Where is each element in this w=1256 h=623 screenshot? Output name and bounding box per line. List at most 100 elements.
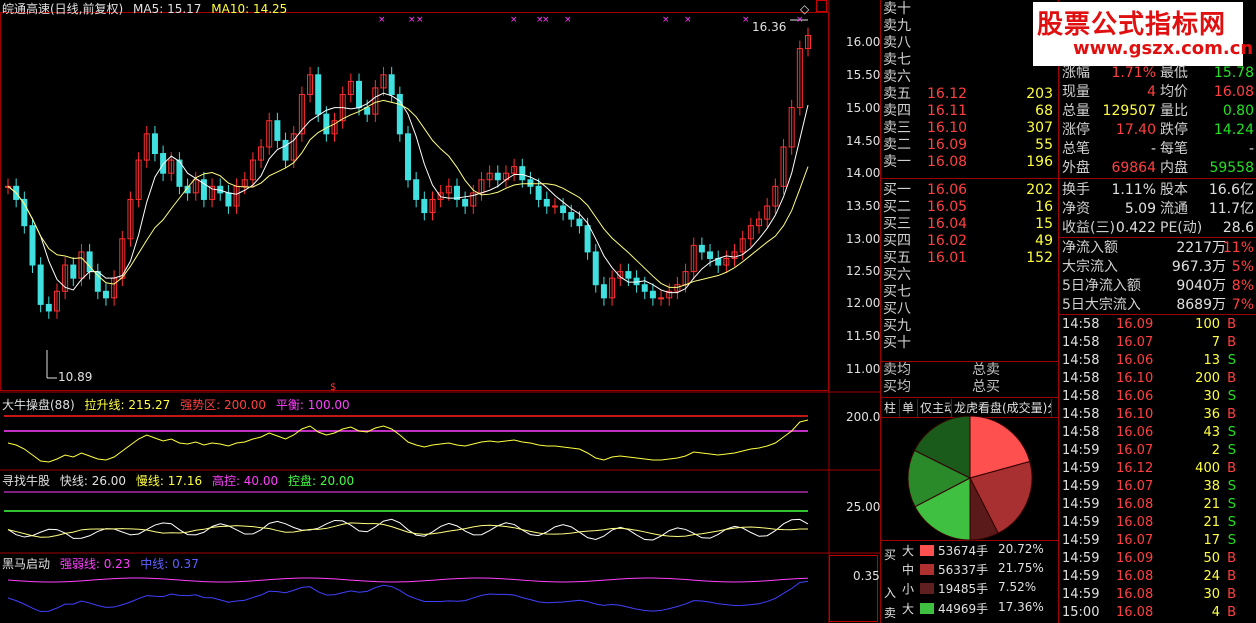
stat-value: 17.40 xyxy=(1115,122,1156,138)
candle-body xyxy=(37,264,44,305)
tick-row: 14:59 16.07 38 S xyxy=(1060,478,1256,496)
sell-level-price: 16.09 xyxy=(927,137,968,153)
tick-volume: 38 xyxy=(1203,479,1220,494)
candle-body xyxy=(421,198,428,214)
tick-time: 14:58 xyxy=(1062,425,1100,440)
price-axis-tick: 13.00 xyxy=(846,232,881,246)
tick-side: S xyxy=(1227,353,1236,368)
tick-time: 14:59 xyxy=(1062,497,1100,512)
tick-side: S xyxy=(1227,533,1236,548)
tick-row: 14:58 16.09 100 B xyxy=(1060,316,1256,334)
stat-label: PE(动) xyxy=(1160,220,1203,236)
order-hands: 53674手 xyxy=(938,544,989,558)
buy-level-row: 买十 xyxy=(881,335,1057,352)
tick-price: 16.07 xyxy=(1116,479,1154,494)
candle-body xyxy=(535,185,542,200)
candle-body xyxy=(94,271,101,292)
tick-side: S xyxy=(1227,479,1236,494)
tick-row: 14:58 16.07 7 B xyxy=(1060,334,1256,352)
tick-row: 14:58 16.06 43 S xyxy=(1060,424,1256,442)
stat-label: 最低 xyxy=(1160,65,1188,81)
sell-label: 卖 xyxy=(884,606,897,620)
stat-value: 28.6 xyxy=(1222,220,1254,236)
indicator2-line4: 控盘: 20.00 xyxy=(287,474,355,488)
tick-price: 16.09 xyxy=(1116,317,1154,332)
sell-level-label: 卖九 xyxy=(883,18,911,34)
tick-side: B xyxy=(1227,587,1236,602)
panel-tab[interactable]: 柱 xyxy=(881,399,900,417)
collapse-icon[interactable]: ◇ xyxy=(800,2,809,16)
flow-label: 净流入额 xyxy=(1062,240,1118,256)
buy-level-price: 16.06 xyxy=(927,182,968,198)
flow-value: 2217万 xyxy=(1176,240,1226,256)
total-sell-label: 总卖 xyxy=(972,362,1000,378)
tab-divider xyxy=(880,397,1058,398)
stat-label: 流通 xyxy=(1160,201,1188,217)
price-axis-tick: 14.50 xyxy=(846,134,881,148)
tick-side: B xyxy=(1227,317,1236,332)
price-axis-tick: 13.50 xyxy=(846,199,881,213)
total-buy-label: 总买 xyxy=(972,379,1000,395)
buy-level-price: 16.04 xyxy=(927,216,968,232)
indicator3-name: 黑马启动 xyxy=(2,557,51,571)
flow-row: 5日净流入额 9040万 8% xyxy=(1060,277,1256,296)
tick-time: 14:58 xyxy=(1062,389,1100,404)
tick-row: 14:59 16.12 400 B xyxy=(1060,460,1256,478)
flow-percent: 11% xyxy=(1222,240,1254,256)
kline-chart-svg[interactable]: × × × × ×× × × × × ×$ xyxy=(0,0,880,623)
indicator3-axis-label: 0.35 xyxy=(853,569,880,583)
tick-price: 16.08 xyxy=(1116,515,1154,530)
tick-row: 14:59 16.09 50 B xyxy=(1060,550,1256,568)
signal-marker: × xyxy=(408,15,416,25)
tick-time: 14:58 xyxy=(1062,407,1100,422)
main-panel-frame xyxy=(0,12,829,391)
window-icon[interactable] xyxy=(816,0,827,12)
sell-level-label: 卖一 xyxy=(883,154,911,170)
order-percent: 17.36% xyxy=(998,600,1044,614)
stat-row: 收益(三) 0.422 PE(动) 28.6 xyxy=(1060,219,1256,238)
tick-time: 14:59 xyxy=(1062,533,1100,548)
stat-label: 量比 xyxy=(1160,103,1188,119)
flow-label: 5日大宗流入 xyxy=(1062,297,1141,313)
sell-level-label: 卖八 xyxy=(883,35,911,51)
flow-percent: 8% xyxy=(1231,278,1254,294)
order-pie-chart xyxy=(907,415,1033,541)
price-axis-tick: 15.50 xyxy=(846,68,881,82)
buy-level-row: 买五 16.01 152 xyxy=(881,250,1057,267)
candle-body xyxy=(494,172,501,181)
tick-row: 14:58 16.06 13 S xyxy=(1060,352,1256,370)
kline-chart-area[interactable]: × × × × × × × × × × × $ 皖通高速(日线,前复权) MA5: 15.17 MA1… xyxy=(0,0,880,623)
indicator3-box xyxy=(829,555,878,622)
tick-side: B xyxy=(1227,407,1236,422)
tick-price: 16.06 xyxy=(1116,425,1154,440)
tick-time: 14:59 xyxy=(1062,443,1100,458)
tick-price: 16.08 xyxy=(1116,497,1154,512)
buy-level-volume: 152 xyxy=(1026,250,1053,266)
flow-row: 大宗流入 967.3万 5% xyxy=(1060,258,1256,277)
candle-body xyxy=(364,107,371,115)
tick-volume: 21 xyxy=(1203,515,1220,530)
candle-body xyxy=(584,225,591,253)
sell-level-price: 16.12 xyxy=(927,86,968,102)
tick-price: 16.12 xyxy=(1116,461,1154,476)
order-hands: 56337手 xyxy=(938,563,989,577)
tick-price: 16.08 xyxy=(1116,569,1154,584)
stat-label: 净资 xyxy=(1062,201,1090,217)
stat-label: 现量 xyxy=(1062,84,1090,100)
sell-level-row: 卖十 xyxy=(881,1,1057,18)
signal-marker: × xyxy=(378,15,386,25)
ma5-line xyxy=(7,92,809,294)
stat-row: 涨幅 1.71% 最低 15.78 xyxy=(1060,64,1256,83)
candle-body xyxy=(282,139,289,161)
buy-level-price: 16.05 xyxy=(927,199,968,215)
order-percent: 20.72% xyxy=(998,542,1044,556)
candle-body xyxy=(323,113,330,135)
high-marker: 16.36 xyxy=(752,20,787,34)
sell-level-volume: 196 xyxy=(1026,154,1053,170)
candle-body xyxy=(698,244,705,253)
price-axis-tick: 11.00 xyxy=(846,362,881,376)
signal-marker: × xyxy=(662,15,670,25)
stat-row: 涨停 17.40 跌停 14.24 xyxy=(1060,121,1256,140)
tick-side: S xyxy=(1227,497,1236,512)
candle-body xyxy=(45,303,52,312)
